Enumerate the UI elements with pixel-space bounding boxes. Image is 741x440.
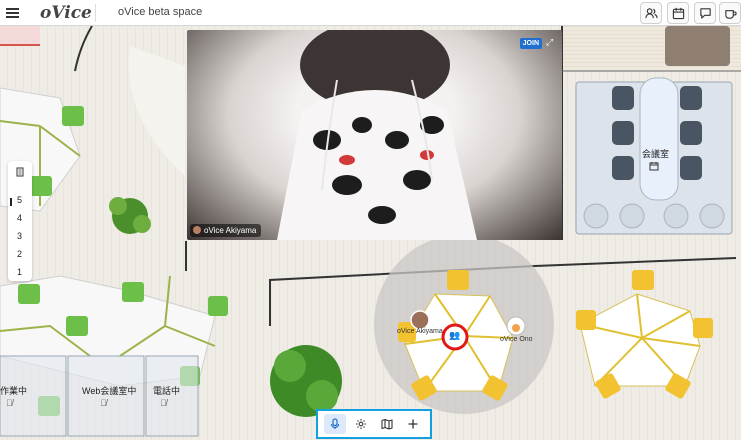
calendar-button[interactable] [667, 2, 689, 24]
video-tile[interactable]: JOIN ⤢ oVice Akiyama [187, 30, 562, 240]
video-participant-name: oVice Akiyama [190, 224, 262, 237]
zone-on-call-label[interactable]: 電話中 [153, 384, 180, 397]
meeting-room-calendar-icon[interactable] [649, 161, 659, 171]
join-button[interactable]: JOIN [519, 38, 542, 49]
microphone-button[interactable] [324, 414, 346, 434]
space-name: oVice beta space [118, 6, 203, 18]
header-divider [95, 4, 96, 22]
calendar-icon [672, 7, 684, 19]
avatar-name-ono: oVice Ono [500, 336, 533, 343]
people-icon [644, 7, 658, 18]
muted-mic-icon: 🎙̸ [6, 398, 13, 408]
zone-working-label[interactable]: 作業中 [0, 384, 27, 397]
participant-avatar-dot [193, 226, 201, 234]
video-feed [277, 30, 477, 240]
chat-icon [699, 7, 711, 19]
coffee-button[interactable] [719, 2, 741, 24]
floor-5[interactable]: 5 [17, 195, 22, 205]
floor-selector: 5 4 3 2 1 [8, 161, 32, 281]
avatar-name-akiyama: oVice Akiyama [397, 328, 443, 335]
floor-1[interactable]: 1 [17, 267, 22, 277]
meeting-room-label: 会議室 [642, 149, 670, 159]
settings-icon [356, 419, 366, 429]
settings-button[interactable] [350, 414, 372, 434]
add-button[interactable] [402, 414, 424, 434]
people-button[interactable] [640, 2, 662, 24]
group-icon[interactable]: 👥 [447, 330, 463, 344]
office-map[interactable]: JOIN ⤢ oVice Akiyama 5 4 3 2 1 会議室 作業中 🎙… [0, 26, 741, 440]
chat-button[interactable] [694, 2, 716, 24]
bottom-toolbar [316, 409, 432, 439]
coffee-icon [724, 9, 737, 19]
building-icon [16, 167, 24, 177]
muted-mic-icon: 🎙̸ [100, 398, 107, 408]
menu-icon[interactable] [6, 6, 19, 19]
floor-4[interactable]: 4 [17, 213, 22, 223]
zone-web-meeting-label[interactable]: Web会議室中 [82, 384, 136, 397]
plus-icon [408, 419, 418, 429]
top-bar: oVice oVice beta space [0, 0, 741, 26]
expand-icon[interactable]: ⤢ [546, 38, 555, 47]
map-icon [381, 418, 393, 430]
microphone-icon [330, 418, 340, 429]
brand-logo[interactable]: oVice [40, 3, 92, 23]
floor-3[interactable]: 3 [17, 231, 22, 241]
muted-mic-icon: 🎙̸ [160, 398, 167, 408]
map-button[interactable] [376, 414, 398, 434]
floor-2[interactable]: 2 [17, 249, 22, 259]
floor-active-indicator [10, 198, 12, 206]
sofa [665, 26, 730, 66]
